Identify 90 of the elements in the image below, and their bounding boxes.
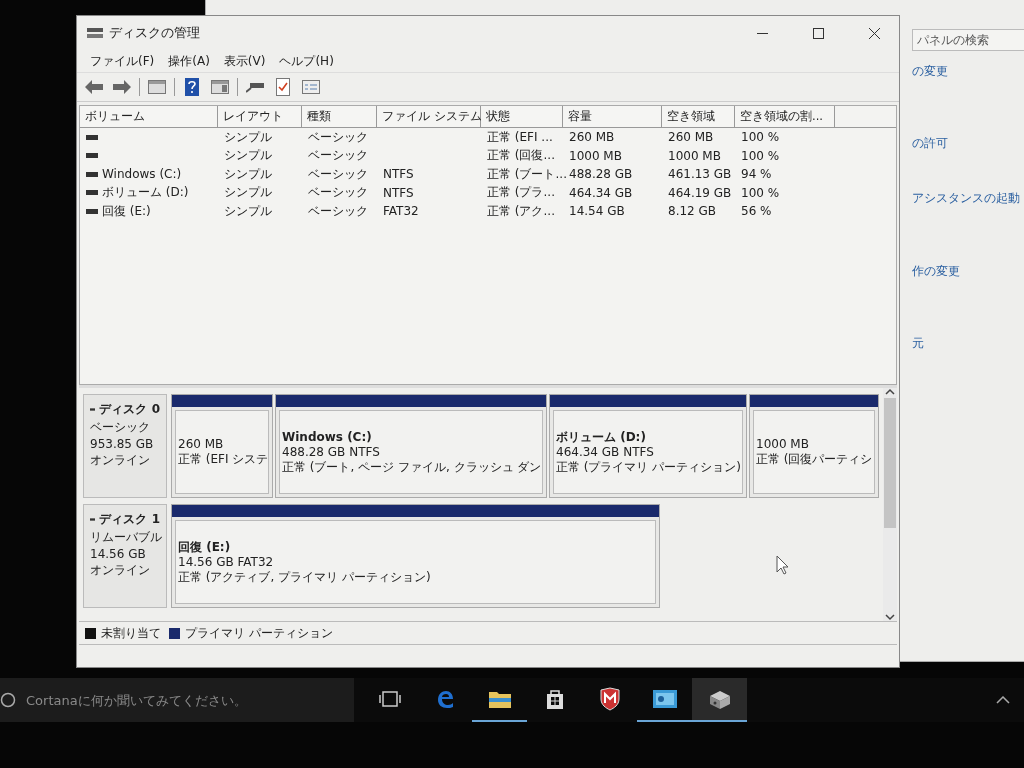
table-cell-text: 正常 (回復...	[486, 147, 556, 165]
partition-size: 14.56 GB FAT32	[178, 554, 275, 570]
control-panel-icon	[652, 690, 677, 708]
mouse-pointer-icon	[776, 555, 789, 575]
partition-status: 正常 (回復パーティシ	[756, 452, 872, 467]
table-cell: Windows (C:)	[102, 167, 182, 182]
table-cell-text: 100 %	[740, 185, 781, 200]
table-cell-text: 100 %	[740, 130, 781, 145]
table-cell-text: 464.19 GB	[667, 185, 733, 200]
table-cell-text: シンプル	[223, 147, 273, 165]
disk-type: リムーバブル	[90, 529, 160, 546]
partition-block[interactable]: 1000 MB 正常 (回復パーティシ	[749, 394, 879, 498]
table-cell-text: シンプル	[223, 165, 273, 183]
disk-size: 14.56 GB	[90, 547, 147, 561]
partition-block[interactable]: ボリューム (D:) 464.34 GB NTFS 正常 (プライマリ パーティション)	[549, 394, 747, 498]
disk-name: ディスク 1	[99, 511, 160, 528]
table-cell-text: NTFS	[382, 167, 415, 182]
partition-block[interactable]: Windows (C:) 488.28 GB NTFS 正常 (ブート, ページ ファイル, クラッシュ ダン	[275, 394, 547, 498]
close-icon	[868, 27, 880, 39]
partition-status: 正常 (プライマリ パーティション)	[556, 459, 740, 475]
partition-size: 260 MB	[178, 437, 225, 452]
table-cell-text: 8.12 GB	[667, 204, 718, 219]
table-cell-text: 14.54 GB	[568, 204, 626, 219]
table-cell-text: 1000 MB	[667, 148, 722, 163]
table-cell-text: NTFS	[382, 185, 415, 200]
disk-drive-icon	[707, 689, 732, 709]
menu-item[interactable]: ファイル(F)	[83, 50, 162, 72]
legend-label: 未割り当て	[101, 624, 161, 642]
disk-size: 953.85 GB	[90, 437, 155, 451]
table-cell-text: シンプル	[223, 184, 273, 202]
table-cell-text: 正常 (アク...	[486, 202, 556, 220]
partition-status: 正常 (アクティブ, プライマリ パーティション)	[178, 569, 432, 585]
disk-name: ディスク 0	[99, 401, 160, 418]
partition-label: 回復 (E:)	[178, 539, 232, 555]
circle-icon	[0, 692, 16, 708]
table-cell-text: 461.13 GB	[667, 167, 733, 182]
partition-status: 正常 (ブート, ページ ファイル, クラッシュ ダン	[282, 459, 540, 475]
partition-block[interactable]: 260 MB 正常 (EFI システ	[171, 394, 273, 498]
search-field[interactable]: Cortanaに何か聞いてみてください。	[24, 691, 354, 709]
shopping-bag-icon	[544, 688, 565, 710]
table-cell-text: 260 MB	[667, 130, 715, 145]
table-cell-text: ベーシック	[307, 184, 369, 202]
table-cell-text: 56 %	[740, 204, 773, 219]
disk-status: オンライン	[90, 562, 151, 579]
table-cell: 回復 (E:)	[102, 202, 151, 220]
search-field[interactable]: パネルの検索	[912, 29, 1024, 51]
maximize-icon	[812, 27, 824, 39]
table-cell-text: 260 MB	[568, 130, 616, 145]
disk-status: オンライン	[90, 452, 151, 469]
table-cell: ボリューム (D:)	[102, 184, 189, 202]
table-cell-text: 100 %	[740, 148, 781, 163]
table-cell-text: ベーシック	[307, 147, 369, 165]
taskbar-app[interactable]	[692, 678, 747, 722]
menu-item[interactable]: 表示(V)	[216, 50, 273, 72]
settings-link[interactable]: 作の変更	[912, 263, 1024, 280]
partition-size: 488.28 GB NTFS	[282, 444, 381, 460]
partition-label: ボリューム (D:)	[556, 429, 647, 445]
table-cell-text: ベーシック	[307, 128, 369, 146]
partition-label: Windows (C:)	[282, 429, 373, 445]
folder-icon	[487, 689, 512, 709]
disk-info-panel[interactable]: ディスク 0 ベーシック 953.85 GB オンライン	[83, 394, 167, 498]
task-view-icon	[378, 691, 401, 707]
table-cell-text: シンプル	[223, 128, 273, 146]
table-cell-text: ベーシック	[307, 165, 369, 183]
disk-type: ベーシック	[90, 419, 151, 436]
menu-item[interactable]: ヘルプ(H)	[272, 50, 341, 72]
legend-label: プライマリ パーティション	[185, 624, 333, 642]
table-cell-text: 1000 MB	[568, 148, 623, 163]
settings-link[interactable]: の許可	[912, 135, 1024, 152]
settings-link[interactable]: 元	[912, 335, 1024, 352]
table-cell-text: 正常 (プラ...	[486, 184, 556, 202]
partition-status: 正常 (EFI システ	[178, 452, 266, 467]
partition-block[interactable]: 回復 (E:) 14.56 GB FAT32 正常 (アクティブ, プライマリ パーティション)	[171, 504, 660, 608]
table-cell-text: シンプル	[223, 202, 273, 220]
search-box[interactable]: Cortanaに何か聞いてみてください。	[0, 678, 354, 722]
table-cell-text: ベーシック	[307, 202, 369, 220]
settings-link[interactable]: の変更	[912, 63, 1024, 80]
table-cell-text: 464.34 GB	[568, 185, 634, 200]
shield-icon	[598, 687, 621, 711]
disk-info-panel[interactable]: ディスク 1 リムーバブル 14.56 GB オンライン	[83, 504, 167, 608]
disk-drive-icon	[87, 27, 103, 39]
window-title: ディスクの管理	[109, 24, 201, 42]
scroll-bar[interactable]	[883, 388, 897, 621]
partition-size: 1000 MB	[756, 437, 810, 452]
menu-item[interactable]: 操作(A)	[161, 50, 217, 72]
partition-size: 464.34 GB NTFS	[556, 444, 655, 460]
table-cell-text: 94 %	[740, 167, 773, 182]
settings-link[interactable]: アシスタンスの起動	[912, 190, 1024, 207]
table-cell-text: 正常 (EFI ...	[486, 128, 554, 146]
table-cell-text: FAT32	[382, 204, 420, 219]
